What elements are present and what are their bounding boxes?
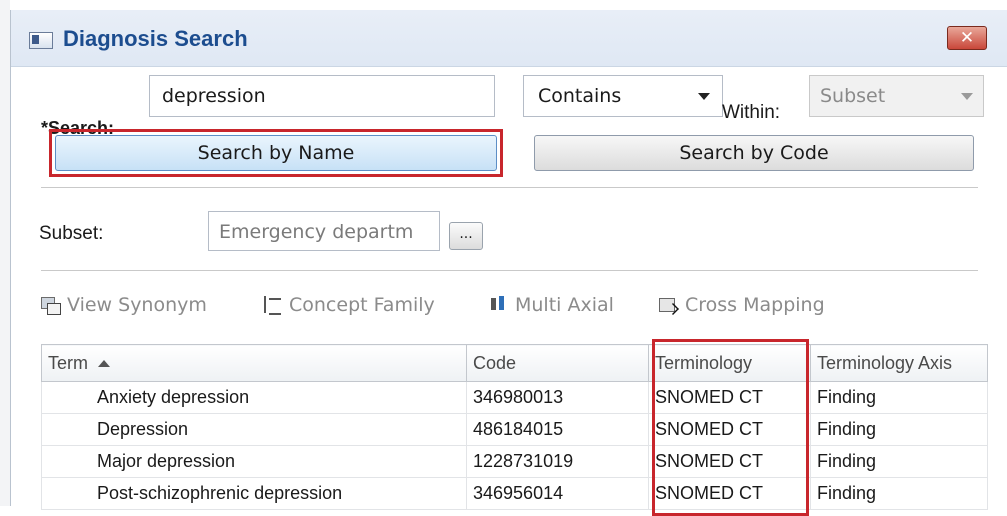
close-button[interactable]: ✕ bbox=[947, 26, 987, 50]
subset-browse-button[interactable]: ... bbox=[449, 222, 483, 250]
table-row[interactable]: Anxiety depression 346980013 SNOMED CT F… bbox=[41, 381, 988, 414]
column-header-code[interactable]: Code bbox=[466, 344, 649, 382]
cell-axis: Finding bbox=[810, 381, 988, 414]
column-header-term[interactable]: Term bbox=[41, 344, 467, 382]
chevron-down-icon bbox=[698, 93, 710, 100]
within-value: Subset bbox=[820, 85, 886, 107]
multi-axial-label: Multi Axial bbox=[515, 294, 614, 316]
divider bbox=[41, 270, 978, 271]
title-bar: Diagnosis Search ✕ bbox=[11, 10, 1007, 67]
cell-axis: Finding bbox=[810, 445, 988, 478]
cell-code: 346956014 bbox=[466, 477, 649, 510]
within-label: Within: bbox=[722, 102, 781, 123]
table-row[interactable]: Major depression 1228731019 SNOMED CT Fi… bbox=[41, 445, 988, 478]
concept-family-label: Concept Family bbox=[289, 294, 435, 316]
chevron-down-icon bbox=[961, 93, 973, 100]
window-app-icon bbox=[29, 32, 53, 49]
cell-term: Anxiety depression bbox=[41, 381, 467, 414]
background-strip bbox=[0, 0, 10, 506]
cell-code: 486184015 bbox=[466, 413, 649, 446]
subset-label: Subset: bbox=[39, 223, 104, 244]
view-synonym-button[interactable]: View Synonym bbox=[41, 294, 207, 316]
cross-mapping-icon bbox=[659, 296, 679, 314]
match-mode-dropdown[interactable]: Contains bbox=[523, 75, 723, 117]
column-header-terminology-axis[interactable]: Terminology Axis bbox=[810, 344, 988, 382]
cell-axis: Finding bbox=[810, 477, 988, 510]
cell-code: 1228731019 bbox=[466, 445, 649, 478]
divider bbox=[41, 187, 978, 188]
cross-mapping-button[interactable]: Cross Mapping bbox=[659, 294, 825, 316]
subset-input[interactable]: Emergency departm bbox=[208, 211, 440, 251]
concept-family-icon bbox=[263, 296, 283, 315]
cell-term: Post-schizophrenic depression bbox=[41, 477, 467, 510]
table-row[interactable]: Post-schizophrenic depression 346956014 … bbox=[41, 477, 988, 510]
cell-term: Depression bbox=[41, 413, 467, 446]
cell-term: Major depression bbox=[41, 445, 467, 478]
table-row[interactable]: Depression 486184015 SNOMED CT Finding bbox=[41, 413, 988, 446]
results-table: Term Code Terminology Terminology Axis A… bbox=[41, 344, 988, 510]
window-title: Diagnosis Search bbox=[63, 26, 248, 51]
cell-axis: Finding bbox=[810, 413, 988, 446]
view-synonym-icon bbox=[41, 296, 61, 315]
cross-mapping-label: Cross Mapping bbox=[685, 294, 825, 316]
terminology-column-highlight bbox=[652, 339, 809, 516]
view-synonym-label: View Synonym bbox=[67, 294, 207, 316]
multi-axial-icon bbox=[489, 296, 509, 314]
sort-ascending-icon bbox=[98, 360, 110, 368]
within-dropdown[interactable]: Subset bbox=[809, 75, 984, 117]
multi-axial-button[interactable]: Multi Axial bbox=[489, 294, 614, 316]
concept-family-button[interactable]: Concept Family bbox=[263, 294, 435, 316]
search-input[interactable]: depression bbox=[149, 75, 495, 117]
table-header-row: Term Code Terminology Terminology Axis bbox=[41, 344, 988, 382]
cell-code: 346980013 bbox=[466, 381, 649, 414]
search-by-name-button[interactable]: Search by Name bbox=[55, 135, 497, 171]
match-mode-value: Contains bbox=[538, 85, 622, 107]
search-by-code-button[interactable]: Search by Code bbox=[534, 135, 974, 171]
diagnosis-search-dialog: Diagnosis Search ✕ *Search: depression C… bbox=[10, 10, 1007, 516]
